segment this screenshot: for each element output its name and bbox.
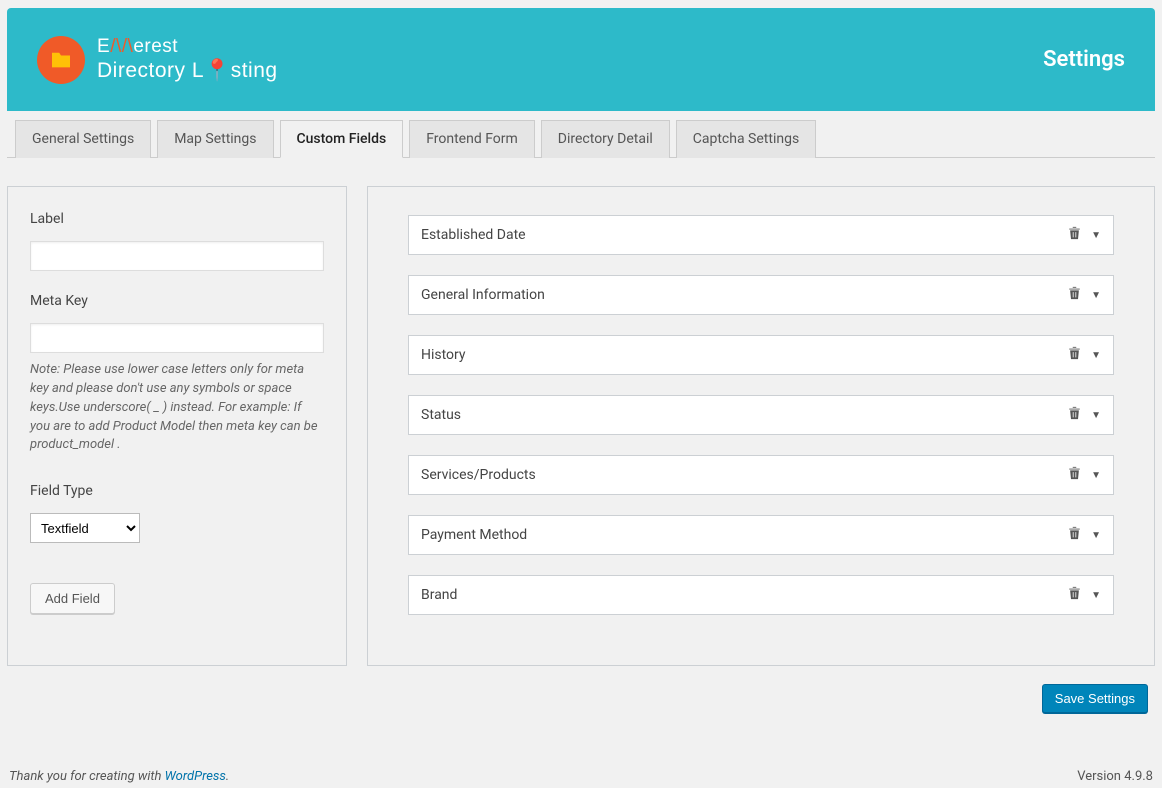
save-settings-button[interactable]: Save Settings <box>1042 684 1148 713</box>
caret-down-icon[interactable]: ▼ <box>1091 410 1101 421</box>
field-actions: ▼ <box>1068 346 1101 364</box>
logo-block: E/\/\erest Directory L📍sting <box>37 36 278 84</box>
logo-text: E/\/\erest Directory L📍sting <box>97 36 278 84</box>
metakey-field-label: Meta Key <box>30 293 324 309</box>
caret-down-icon[interactable]: ▼ <box>1091 590 1101 601</box>
trash-icon[interactable] <box>1068 406 1081 424</box>
field-actions: ▼ <box>1068 526 1101 544</box>
field-name: Services/Products <box>421 467 536 483</box>
caret-down-icon[interactable]: ▼ <box>1091 530 1101 541</box>
add-field-panel: Label Meta Key Note: Please use lower ca… <box>7 186 347 666</box>
tab-frontend-form[interactable]: Frontend Form <box>409 120 535 158</box>
pin-icon: 📍 <box>204 59 231 82</box>
caret-down-icon[interactable]: ▼ <box>1091 230 1101 241</box>
trash-icon[interactable] <box>1068 586 1081 604</box>
footer-credit: Thank you for creating with WordPress. <box>9 769 229 784</box>
tab-captcha-settings[interactable]: Captcha Settings <box>676 120 816 158</box>
fieldtype-label: Field Type <box>30 483 324 499</box>
folder-icon <box>37 36 85 84</box>
logo-line2-pre: Directory L <box>97 59 204 82</box>
custom-fields-list: Established Date ▼ General Information ▼… <box>367 186 1155 666</box>
trash-icon[interactable] <box>1068 466 1081 484</box>
add-field-button[interactable]: Add Field <box>30 583 115 614</box>
field-name: Status <box>421 407 461 423</box>
field-name: History <box>421 347 466 363</box>
trash-icon[interactable] <box>1068 346 1081 364</box>
tab-general-settings[interactable]: General Settings <box>15 120 151 158</box>
logo-line1-pre: E <box>97 36 110 57</box>
field-row[interactable]: Established Date ▼ <box>408 215 1114 255</box>
field-actions: ▼ <box>1068 586 1101 604</box>
folder-svg <box>50 51 72 69</box>
version-number: 4.9.8 <box>1124 769 1153 784</box>
settings-banner: E/\/\erest Directory L📍sting Settings <box>7 8 1155 111</box>
footer: Thank you for creating with WordPress. V… <box>7 769 1155 788</box>
trash-icon[interactable] <box>1068 286 1081 304</box>
field-name: Brand <box>421 587 457 603</box>
field-actions: ▼ <box>1068 406 1101 424</box>
tab-directory-detail[interactable]: Directory Detail <box>541 120 670 158</box>
version-label: Version <box>1077 769 1124 784</box>
tab-map-settings[interactable]: Map Settings <box>157 120 273 158</box>
field-actions: ▼ <box>1068 466 1101 484</box>
field-row[interactable]: Services/Products ▼ <box>408 455 1114 495</box>
tab-custom-fields[interactable]: Custom Fields <box>280 120 404 158</box>
metakey-note: Note: Please use lower case letters only… <box>30 361 324 455</box>
field-row[interactable]: Payment Method ▼ <box>408 515 1114 555</box>
logo-line1-accent: /\/\ <box>110 36 133 57</box>
page-title: Settings <box>1043 47 1125 72</box>
caret-down-icon[interactable]: ▼ <box>1091 470 1101 481</box>
footer-post: . <box>226 769 229 784</box>
metakey-input[interactable] <box>30 323 324 353</box>
save-row: Save Settings <box>7 684 1148 713</box>
field-row[interactable]: General Information ▼ <box>408 275 1114 315</box>
footer-version: Version 4.9.8 <box>1077 769 1153 784</box>
label-field-label: Label <box>30 211 324 227</box>
caret-down-icon[interactable]: ▼ <box>1091 350 1101 361</box>
wordpress-link[interactable]: WordPress <box>165 769 226 784</box>
field-row[interactable]: History ▼ <box>408 335 1114 375</box>
field-name: Established Date <box>421 227 526 243</box>
field-actions: ▼ <box>1068 286 1101 304</box>
field-row[interactable]: Brand ▼ <box>408 575 1114 615</box>
main-content: Label Meta Key Note: Please use lower ca… <box>7 186 1155 666</box>
settings-tabs: General Settings Map Settings Custom Fie… <box>7 119 1155 158</box>
trash-icon[interactable] <box>1068 226 1081 244</box>
logo-line2-post: sting <box>231 59 278 82</box>
logo-line1-post: erest <box>133 36 178 57</box>
field-actions: ▼ <box>1068 226 1101 244</box>
caret-down-icon[interactable]: ▼ <box>1091 290 1101 301</box>
field-row[interactable]: Status ▼ <box>408 395 1114 435</box>
field-name: General Information <box>421 287 545 303</box>
fieldtype-select[interactable]: Textfield <box>30 513 140 543</box>
field-name: Payment Method <box>421 527 527 543</box>
label-input[interactable] <box>30 241 324 271</box>
footer-pre: Thank you for creating with <box>9 769 165 784</box>
trash-icon[interactable] <box>1068 526 1081 544</box>
